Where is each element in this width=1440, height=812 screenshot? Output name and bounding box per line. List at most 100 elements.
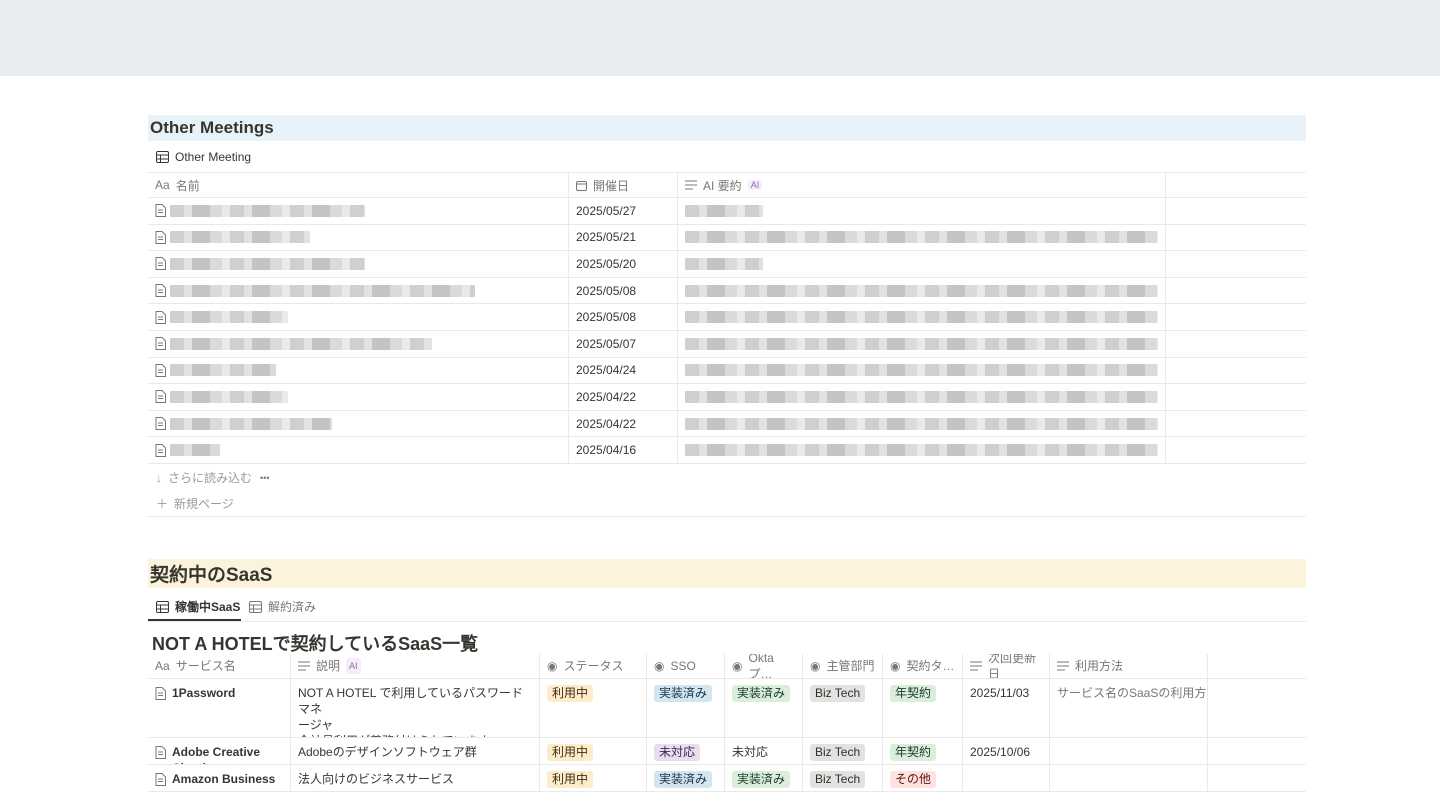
meeting-row[interactable]: 2025/04/22	[148, 384, 1306, 411]
meeting-name-cell[interactable]	[148, 331, 569, 357]
usage-cell[interactable]	[1050, 738, 1208, 764]
meeting-date-cell[interactable]: 2025/04/16	[569, 437, 678, 463]
new-page-button[interactable]: ＋ 新規ページ	[156, 495, 234, 512]
more-options-icon[interactable]: •••	[260, 473, 269, 483]
meeting-date-cell[interactable]: 2025/05/27	[569, 198, 678, 224]
select-icon: ◉	[654, 659, 665, 673]
saas-row[interactable]: Amazon Business 法人向けのビジネスサービス 利用中 実装済み 実装済み B…	[148, 765, 1306, 792]
column-header-renewal[interactable]: 次回更新日	[963, 654, 1050, 678]
column-header-date[interactable]: 開催日	[569, 173, 678, 197]
contract-cell[interactable]: 年契約	[883, 738, 963, 764]
contract-badge: その他	[890, 771, 937, 788]
saas-row-partial[interactable]	[148, 792, 1306, 812]
meeting-date-cell[interactable]: 2025/05/07	[569, 331, 678, 357]
meeting-date: 2025/04/24	[576, 363, 637, 378]
status-cell[interactable]: 利用中	[540, 765, 647, 791]
dept-cell[interactable]: Biz Tech	[803, 679, 883, 737]
column-header-name[interactable]: Aa 名前	[148, 173, 569, 197]
meeting-row[interactable]: 2025/04/22	[148, 410, 1306, 438]
saas-table-title: NOT A HOTELで契約しているSaaS一覧	[152, 634, 479, 654]
redacted-summary	[685, 204, 763, 217]
meeting-name-cell[interactable]	[148, 304, 569, 330]
meeting-date-cell[interactable]: 2025/04/22	[569, 410, 678, 437]
okta-cell[interactable]: 実装済み	[725, 765, 803, 791]
usage-cell[interactable]: サービス名のSaaSの利用方法が	[1050, 679, 1208, 737]
meeting-row[interactable]: 2025/05/08	[148, 277, 1306, 305]
column-header-sso[interactable]: ◉ SSO	[647, 654, 725, 678]
description-cell[interactable]: 法人向けのビジネスサービス	[291, 765, 540, 791]
meeting-row[interactable]: 2025/05/07	[148, 331, 1306, 358]
saas-row[interactable]: 1Password NOT A HOTEL で利用しているパスワードマネージャ全社…	[148, 679, 1306, 738]
service-name-cell[interactable]: Adobe Creative Cloud	[148, 738, 291, 764]
column-header-service[interactable]: Aa サービス名	[148, 654, 291, 678]
column-date-label: 開催日	[593, 178, 630, 193]
meeting-row[interactable]: 2025/05/27	[148, 198, 1306, 225]
meeting-summary-cell[interactable]	[678, 410, 1166, 437]
status-cell[interactable]: 利用中	[540, 679, 647, 737]
dept-cell[interactable]: Biz Tech	[803, 765, 883, 791]
meeting-summary-cell[interactable]	[678, 304, 1166, 330]
renewal-cell[interactable]: 2025/10/06	[963, 738, 1050, 764]
meeting-date-cell[interactable]: 2025/04/22	[569, 384, 678, 410]
tab-active-saas[interactable]: 稼働中SaaS	[156, 598, 240, 615]
column-header-status[interactable]: ◉ ステータス	[540, 654, 647, 678]
contract-cell[interactable]: 年契約	[883, 679, 963, 737]
meeting-name-cell[interactable]	[148, 437, 569, 463]
meeting-name-cell[interactable]	[148, 357, 569, 384]
meeting-row[interactable]: 2025/05/08	[148, 304, 1306, 331]
meeting-summary-cell[interactable]	[678, 357, 1166, 384]
meeting-date-cell[interactable]: 2025/05/08	[569, 304, 678, 330]
column-header-okta[interactable]: ◉ Oktaプ…	[725, 654, 803, 678]
meeting-name-cell[interactable]	[148, 277, 569, 304]
meeting-name-cell[interactable]	[148, 410, 569, 437]
meeting-summary-cell[interactable]	[678, 224, 1166, 251]
meeting-name-cell[interactable]	[148, 251, 569, 277]
column-header-contract[interactable]: ◉ 契約タ…	[883, 654, 963, 678]
meeting-row[interactable]: 2025/04/24	[148, 357, 1306, 385]
contract-cell[interactable]: その他	[883, 765, 963, 791]
meeting-date-cell[interactable]: 2025/05/21	[569, 224, 678, 251]
column-header-summary[interactable]: AI 要約 AI	[678, 173, 1166, 197]
meetings-view-tab[interactable]: Other Meeting	[156, 150, 251, 164]
column-header-usage[interactable]: 利用方法	[1050, 654, 1208, 678]
description-cell[interactable]: NOT A HOTEL で利用しているパスワードマネージャ全社員利用が義務付けら…	[291, 679, 540, 737]
meeting-date-cell[interactable]: 2025/05/20	[569, 251, 678, 277]
status-cell[interactable]: 利用中	[540, 738, 647, 764]
meeting-summary-cell[interactable]	[678, 437, 1166, 463]
description-cell[interactable]: Adobeのデザインソフトウェア群	[291, 738, 540, 764]
meeting-date-cell[interactable]: 2025/05/08	[569, 277, 678, 304]
meeting-date-cell[interactable]: 2025/04/24	[569, 357, 678, 384]
okta-cell[interactable]: 実装済み	[725, 679, 803, 737]
sso-cell[interactable]: 未対応	[647, 738, 725, 764]
meeting-summary-cell[interactable]	[678, 277, 1166, 304]
usage-cell[interactable]	[1050, 765, 1208, 791]
meeting-summary-cell[interactable]	[678, 384, 1166, 410]
sso-cell[interactable]: 実装済み	[647, 679, 725, 737]
renewal-cell[interactable]	[963, 765, 1050, 791]
meeting-date: 2025/05/21	[576, 230, 637, 245]
meeting-name-cell[interactable]	[148, 224, 569, 251]
meeting-summary-cell[interactable]	[678, 198, 1166, 224]
service-name-cell[interactable]: 1Password	[148, 679, 291, 737]
meeting-row[interactable]: 2025/05/21	[148, 224, 1306, 252]
column-header-description[interactable]: 説明 AI	[291, 654, 540, 678]
okta-cell[interactable]: 未対応	[725, 738, 803, 764]
saas-row[interactable]: Adobe Creative Cloud Adobeのデザインソフトウェア群 利用中…	[148, 738, 1306, 765]
meeting-summary-cell[interactable]	[678, 251, 1166, 277]
status-badge: 利用中	[547, 685, 594, 702]
meeting-date: 2025/04/22	[576, 416, 637, 431]
meeting-row[interactable]: 2025/05/20	[148, 251, 1306, 278]
service-name-cell[interactable]: Amazon Business	[148, 765, 291, 791]
dept-cell[interactable]: Biz Tech	[803, 738, 883, 764]
meeting-name-cell[interactable]	[148, 198, 569, 224]
renewal-cell[interactable]: 2025/11/03	[963, 679, 1050, 737]
meeting-summary-cell[interactable]	[678, 331, 1166, 357]
meeting-date: 2025/05/27	[576, 203, 637, 218]
sso-cell[interactable]: 実装済み	[647, 765, 725, 791]
meeting-name-cell[interactable]	[148, 384, 569, 410]
load-more-button[interactable]: ↓ さらに読み込む •••	[156, 469, 269, 486]
saas-header-row: Aa サービス名 説明 AI ◉ ステータス ◉ SSO ◉ Oktaプ… ◉ …	[148, 654, 1306, 679]
tab-cancelled-saas[interactable]: 解約済み	[249, 598, 316, 615]
column-header-dept[interactable]: ◉ 主管部門	[803, 654, 883, 678]
meeting-row[interactable]: 2025/04/16	[148, 437, 1306, 464]
